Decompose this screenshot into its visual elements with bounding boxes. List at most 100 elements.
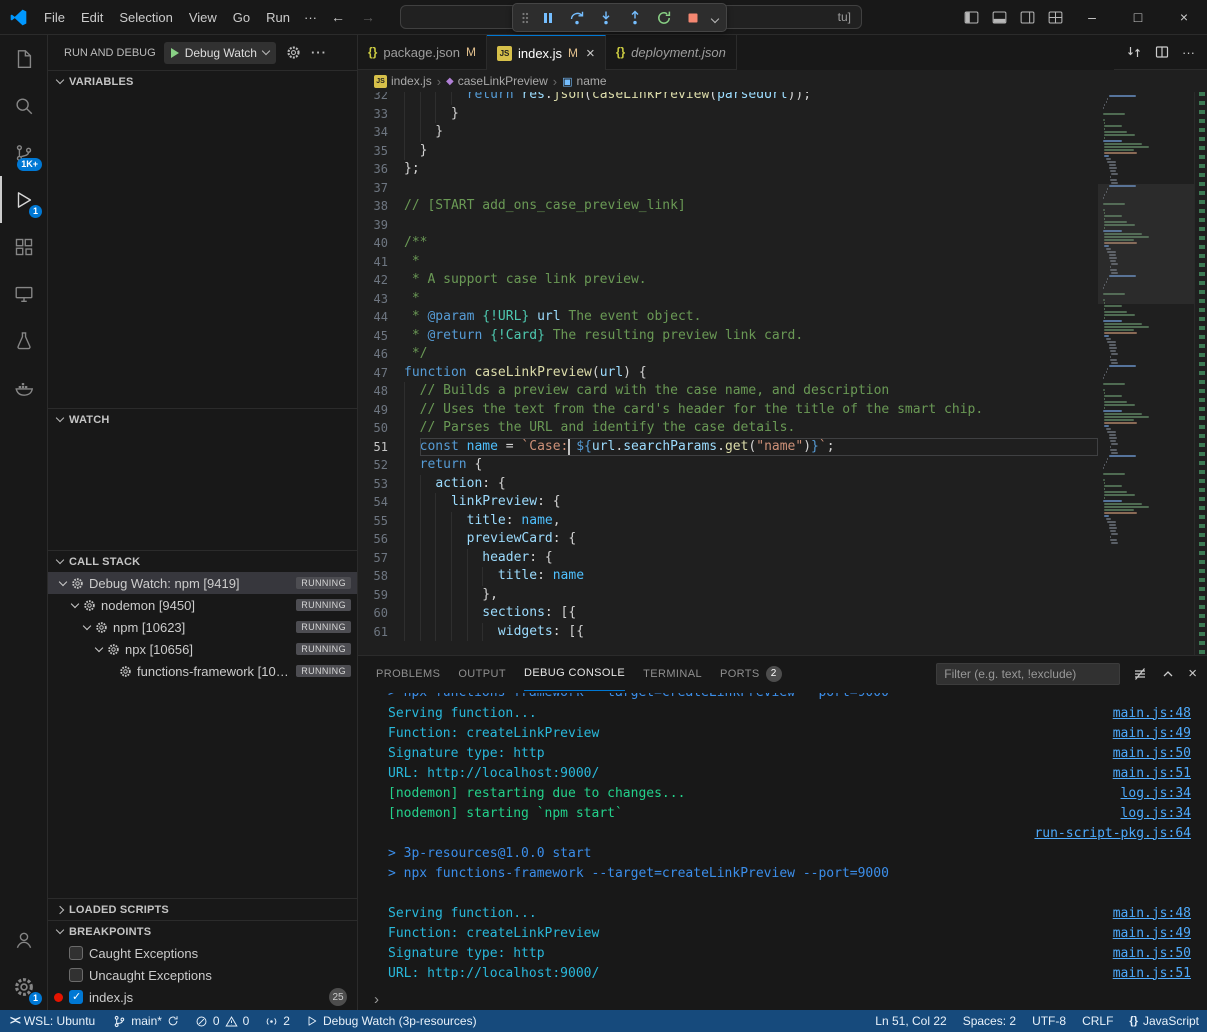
- source-link[interactable]: main.js:49: [1113, 926, 1191, 941]
- code-line[interactable]: 53 action: {: [358, 475, 1098, 494]
- source-link[interactable]: log.js:34: [1121, 786, 1191, 801]
- step-out-button[interactable]: [621, 5, 649, 31]
- source-link[interactable]: main.js:51: [1113, 766, 1191, 781]
- console-filter-input[interactable]: [936, 663, 1120, 685]
- code-line[interactable]: 54 linkPreview: {: [358, 493, 1098, 512]
- code-line[interactable]: 47function caseLinkPreview(url) {: [358, 364, 1098, 383]
- open-changes-icon[interactable]: [1126, 44, 1142, 60]
- git-branch-indicator[interactable]: main*: [105, 1010, 187, 1032]
- section-header-watch[interactable]: WATCH: [48, 408, 357, 430]
- code-area[interactable]: 32 return res.json(caseLinkPreview(parse…: [358, 92, 1098, 655]
- code-line[interactable]: 57 header: {: [358, 549, 1098, 568]
- code-line[interactable]: 59 },: [358, 586, 1098, 605]
- code-line[interactable]: 40/**: [358, 234, 1098, 253]
- debug-config-dropdown[interactable]: Debug Watch: [164, 42, 276, 64]
- menu-edit[interactable]: Edit: [73, 10, 111, 25]
- go-back-icon[interactable]: ←: [323, 9, 353, 25]
- panel-tab-ports[interactable]: PORTS2: [720, 656, 782, 691]
- tab-deployment.json[interactable]: {}deployment.json: [606, 35, 737, 70]
- source-link[interactable]: log.js:34: [1121, 806, 1191, 821]
- code-line[interactable]: 44 * @param {!URL} url The event object.: [358, 308, 1098, 327]
- source-link[interactable]: run-script-pkg.js:64: [1034, 826, 1191, 841]
- menu-view[interactable]: View: [181, 10, 225, 25]
- source-link[interactable]: main.js:50: [1113, 946, 1191, 961]
- call-stack-session[interactable]: npx [10656]RUNNING: [48, 638, 357, 660]
- activity-settings-icon[interactable]: 1: [0, 963, 47, 1010]
- activity-debug-icon[interactable]: 1: [0, 176, 47, 223]
- debug-session-picker-chevron-icon[interactable]: [708, 10, 722, 25]
- breadcrumb-item-name[interactable]: ▣name: [562, 74, 606, 88]
- breakpoint-row[interactable]: Uncaught Exceptions: [48, 964, 357, 986]
- code-line[interactable]: 38// [START add_ons_case_preview_link]: [358, 197, 1098, 216]
- close-button[interactable]: ×: [1161, 0, 1207, 35]
- activity-search-icon[interactable]: [0, 82, 47, 129]
- breakpoint-checkbox[interactable]: [69, 968, 83, 982]
- problems-indicator[interactable]: 0 0: [187, 1010, 257, 1032]
- code-line[interactable]: 52 return {: [358, 456, 1098, 475]
- code-line[interactable]: 34 }: [358, 123, 1098, 142]
- code-line[interactable]: 50 // Parses the URL and identify the ca…: [358, 419, 1098, 438]
- activity-explorer-icon[interactable]: [0, 35, 47, 82]
- source-link[interactable]: main.js:48: [1113, 706, 1191, 721]
- stop-button[interactable]: [679, 5, 707, 31]
- toggle-secondary-sidebar-icon[interactable]: [1013, 3, 1041, 31]
- call-stack-session[interactable]: npm [10623]RUNNING: [48, 616, 357, 638]
- debug-console-input[interactable]: ›: [358, 988, 1207, 1010]
- code-line[interactable]: 61 widgets: [{: [358, 623, 1098, 642]
- breadcrumb-item-caseLinkPreview[interactable]: ◆caseLinkPreview: [446, 74, 548, 88]
- restart-button[interactable]: [650, 5, 678, 31]
- code-line[interactable]: 41 *: [358, 253, 1098, 272]
- minimize-button[interactable]: –: [1069, 0, 1115, 35]
- call-stack-session[interactable]: nodemon [9450]RUNNING: [48, 594, 357, 616]
- tab-index.js[interactable]: JSindex.jsM×: [487, 35, 606, 70]
- code-line[interactable]: 39: [358, 216, 1098, 235]
- menu-run[interactable]: Run: [258, 10, 298, 25]
- eol-indicator[interactable]: CRLF: [1074, 1010, 1121, 1032]
- encoding-indicator[interactable]: UTF-8: [1024, 1010, 1074, 1032]
- toggle-panel-icon[interactable]: [985, 3, 1013, 31]
- menu-selection[interactable]: Selection: [111, 10, 180, 25]
- source-link[interactable]: main.js:50: [1113, 746, 1191, 761]
- tab-package.json[interactable]: {}package.jsonM: [358, 35, 487, 70]
- code-line[interactable]: 42 * A support case link preview.: [358, 271, 1098, 290]
- code-line[interactable]: 37: [358, 179, 1098, 198]
- indentation-indicator[interactable]: Spaces: 2: [955, 1010, 1024, 1032]
- panel-tab-debug-console[interactable]: DEBUG CONSOLE: [524, 656, 625, 691]
- go-forward-icon[interactable]: →: [353, 9, 383, 25]
- language-mode[interactable]: {} JavaScript: [1121, 1010, 1207, 1032]
- split-editor-icon[interactable]: [1154, 44, 1170, 60]
- sidebar-more-actions-icon[interactable]: ···: [311, 45, 327, 60]
- activity-docker-icon[interactable]: [0, 364, 47, 411]
- step-into-button[interactable]: [592, 5, 620, 31]
- code-line[interactable]: 45 * @return {!Card} The resulting previ…: [358, 327, 1098, 346]
- close-panel-icon[interactable]: ×: [1188, 665, 1197, 682]
- panel-tab-terminal[interactable]: TERMINAL: [643, 656, 702, 691]
- start-debugging-icon[interactable]: [171, 48, 179, 58]
- section-header-call-stack[interactable]: CALL STACK: [48, 550, 357, 572]
- activity-accounts-icon[interactable]: [0, 916, 47, 963]
- toggle-sidebar-icon[interactable]: [957, 3, 985, 31]
- remote-indicator[interactable]: >< WSL: Ubuntu: [0, 1010, 105, 1032]
- code-line[interactable]: 36};: [358, 160, 1098, 179]
- breakpoint-checkbox[interactable]: [69, 990, 83, 1004]
- code-line[interactable]: 55 title: name,: [358, 512, 1098, 531]
- activity-extensions-icon[interactable]: [0, 223, 47, 270]
- breakpoint-row[interactable]: Caught Exceptions: [48, 942, 357, 964]
- panel-tab-output[interactable]: OUTPUT: [458, 656, 506, 691]
- code-line[interactable]: 58 title: name: [358, 567, 1098, 586]
- maximize-panel-icon[interactable]: [1160, 666, 1176, 682]
- section-header-variables[interactable]: VARIABLES: [48, 70, 357, 92]
- minimap-slider[interactable]: [1098, 184, 1194, 304]
- debug-status[interactable]: Debug Watch (3p-resources): [298, 1010, 485, 1032]
- call-stack-session[interactable]: Debug Watch: npm [9419]RUNNING: [48, 572, 357, 594]
- section-header-loaded-scripts[interactable]: LOADED SCRIPTS: [48, 898, 357, 920]
- code-line[interactable]: 35 }: [358, 142, 1098, 161]
- ports-indicator[interactable]: 2: [257, 1010, 298, 1032]
- source-link[interactable]: main.js:51: [1113, 966, 1191, 981]
- code-line[interactable]: 48 // Builds a preview card with the cas…: [358, 382, 1098, 401]
- activity-scm-icon[interactable]: 1K+: [0, 129, 47, 176]
- drag-handle-icon[interactable]: [517, 10, 533, 26]
- section-header-breakpoints[interactable]: BREAKPOINTS: [48, 920, 357, 942]
- close-tab-icon[interactable]: ×: [586, 45, 595, 62]
- clear-console-icon[interactable]: [1132, 666, 1148, 682]
